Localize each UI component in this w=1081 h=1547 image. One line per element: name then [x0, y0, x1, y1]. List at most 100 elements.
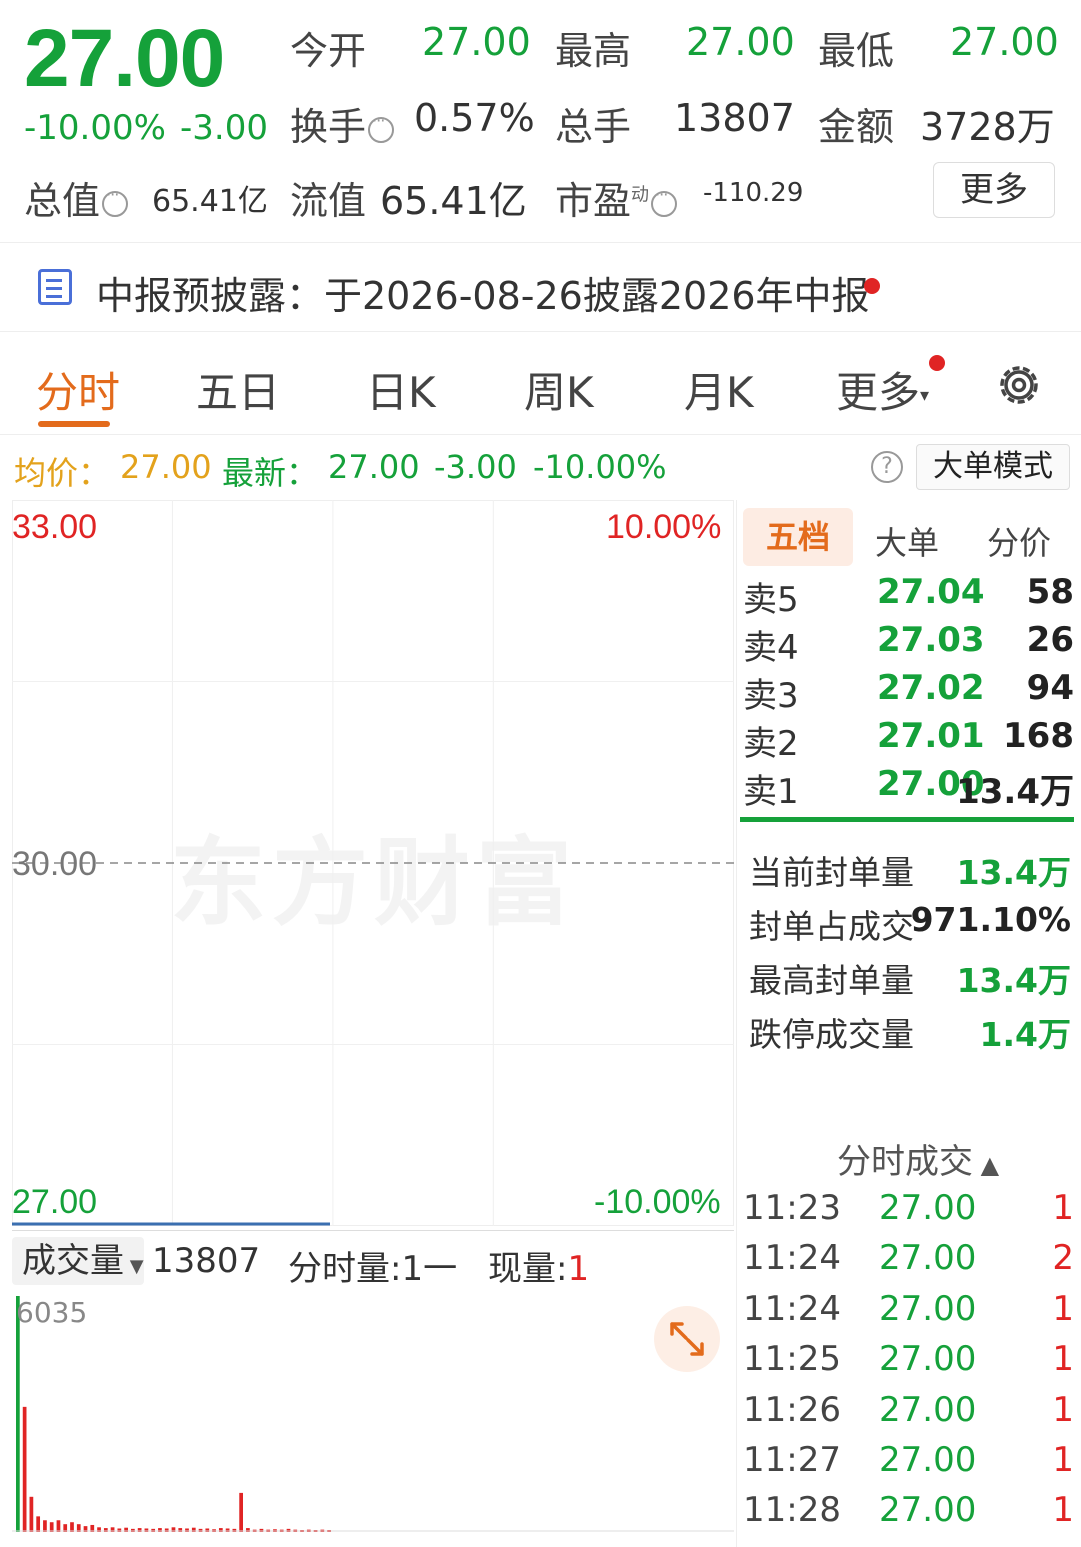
volume-header: 成交量 ▼ 13807 分时量:1一 现量:1 [12, 1230, 734, 1290]
expand-button[interactable] [654, 1306, 720, 1372]
order-book-divider [740, 817, 1074, 822]
tick-row: 11:26 27.00 1 [743, 1390, 1074, 1430]
float-value: 65.41亿 [380, 179, 527, 223]
low-label: 最低 [818, 29, 895, 73]
caret-up-icon: ▲ [973, 1151, 1000, 1179]
ask-row: 卖1 27.00 13.4万 [743, 764, 1074, 812]
volume-bar [36, 1516, 41, 1532]
total-volume: 13807 [152, 1241, 261, 1281]
volume-bar [151, 1528, 156, 1532]
volume-value: 13807 [674, 96, 795, 140]
tab-five-levels[interactable]: 五档 [743, 508, 853, 566]
seal-row-max: 最高封单量 13.4万 [749, 961, 1071, 1000]
y-axis-mid-label: 30.00 [12, 845, 98, 883]
pe-sup: 动 [631, 184, 650, 206]
tab-more[interactable]: 更多▾ [836, 359, 929, 420]
turnover-value: 0.57% [414, 96, 535, 140]
volume-bar [43, 1520, 47, 1532]
intraday-chart[interactable] [12, 500, 734, 1226]
document-icon [38, 269, 72, 305]
quote-panel: 27.00 -10.00% -3.00 今开 27.00 最高 27.00 最低… [0, 0, 1081, 240]
tab-daily-k[interactable]: 日K [366, 359, 436, 420]
big-order-mode-button[interactable]: 大单模式 [916, 444, 1070, 490]
seal-row-current: 当前封单量 13.4万 [749, 853, 1071, 892]
open-stat: 今开 [290, 20, 366, 75]
info-icon[interactable] [368, 111, 395, 143]
chart-border [12, 500, 734, 1226]
last-change-percent: -10.00% [533, 448, 667, 486]
last-value: 27.00 [328, 448, 420, 486]
volume-bar [239, 1492, 243, 1532]
tick-row: 11:24 27.00 1 [743, 1289, 1074, 1329]
turnover-label[interactable]: 换手 [290, 96, 396, 151]
tab-weekly-k[interactable]: 周K [524, 359, 594, 420]
open-value: 27.00 [422, 20, 531, 64]
chevron-down-icon: ▾ [920, 385, 930, 406]
y-axis-bottom-label: 27.00 [12, 1183, 98, 1221]
tab-five-day[interactable]: 五日 [196, 359, 280, 420]
ask-row: 卖2 27.01 168 [743, 716, 1074, 764]
chevron-down-icon: ▼ [124, 1256, 144, 1277]
order-book-panel: 五档 大单 分价 卖5 27.04 58 卖4 27.03 26 卖3 27.02 94 卖… [736, 500, 1081, 1547]
notification-dot [864, 278, 880, 294]
help-icon[interactable]: ? [871, 451, 903, 483]
ask-row: 卖4 27.03 26 [743, 620, 1074, 668]
open-label: 今开 [290, 29, 367, 73]
volume-max-label: 6035 [16, 1296, 88, 1329]
volume-bar [22, 1406, 27, 1532]
ticks-title[interactable]: 分时成交 ▲ [837, 1134, 999, 1183]
volume-bar [198, 1528, 203, 1532]
amount-label: 金额 [818, 105, 895, 149]
info-icon[interactable] [102, 185, 129, 217]
volume-bar [16, 1296, 20, 1532]
volume-chart [12, 1292, 734, 1532]
price-chart-svg [12, 500, 734, 1226]
y-axis-top-label: 33.00 [12, 508, 98, 546]
pct-axis-bottom-label: -10.00% [594, 1183, 721, 1221]
more-button[interactable]: 更多 [933, 162, 1055, 218]
seal-row-ratio: 封单占成交 971.10% [749, 900, 1071, 946]
pe-value: -110.29 [703, 178, 804, 208]
gear-icon[interactable] [994, 360, 1044, 410]
ask-row: 卖3 27.02 94 [743, 668, 1074, 716]
info-icon[interactable] [651, 185, 678, 217]
change-amount: -3.00 [180, 108, 268, 148]
pe-label[interactable]: 市盈动 [555, 170, 679, 225]
volume-bar [131, 1528, 135, 1532]
avg-value: 27.00 [120, 448, 212, 486]
amount-value: 3728万 [920, 105, 1055, 149]
tick-row: 11:27 27.00 1 [743, 1440, 1074, 1480]
order-book-tabs: 五档 大单 分价 [737, 504, 1081, 566]
tab-monthly-k[interactable]: 月K [684, 359, 754, 420]
high-label: 最高 [555, 29, 632, 73]
mktcap-value: 65.41亿 [152, 184, 268, 219]
volume-bar [259, 1528, 264, 1532]
float-label: 流值 [290, 179, 367, 223]
last-price: 27.00 [24, 13, 225, 104]
current-volume: 现量:1 [488, 1249, 590, 1289]
volume-bar [232, 1528, 237, 1532]
pct-axis-top-label: 10.00% [606, 508, 722, 546]
minute-volume: 分时量:1一 [288, 1249, 458, 1289]
disclosure-notice[interactable]: 中报预披露：于2026-08-26披露2026年中报 [0, 242, 1081, 332]
volume-indicator-select[interactable]: 成交量 ▼ [12, 1237, 144, 1285]
volume-label: 总手 [555, 105, 632, 149]
tab-big-orders[interactable]: 大单 [875, 518, 939, 564]
volume-bar [286, 1528, 291, 1532]
last-label: 最新： [222, 454, 319, 492]
expand-icon [670, 1322, 704, 1356]
mktcap-label[interactable]: 总值 [24, 170, 130, 225]
ask-row: 卖5 27.04 58 [743, 572, 1074, 620]
avg-label: 均价： [14, 454, 111, 492]
tab-intraday[interactable]: 分时 [36, 359, 120, 420]
tick-row: 11:25 27.00 1 [743, 1339, 1074, 1379]
change-percent: -10.00% [24, 108, 166, 148]
notice-text: 中报预披露：于2026-08-26披露2026年中报 [96, 274, 870, 318]
last-change: -3.00 [434, 448, 517, 486]
high-value: 27.00 [686, 20, 795, 64]
tick-row: 11:23 27.00 1 [743, 1188, 1074, 1228]
volume-bar [29, 1496, 34, 1532]
tab-price-distribution[interactable]: 分价 [987, 518, 1051, 564]
tick-row: 11:28 27.00 1 [743, 1490, 1074, 1530]
tick-row: 11:24 27.00 2 [743, 1238, 1074, 1278]
